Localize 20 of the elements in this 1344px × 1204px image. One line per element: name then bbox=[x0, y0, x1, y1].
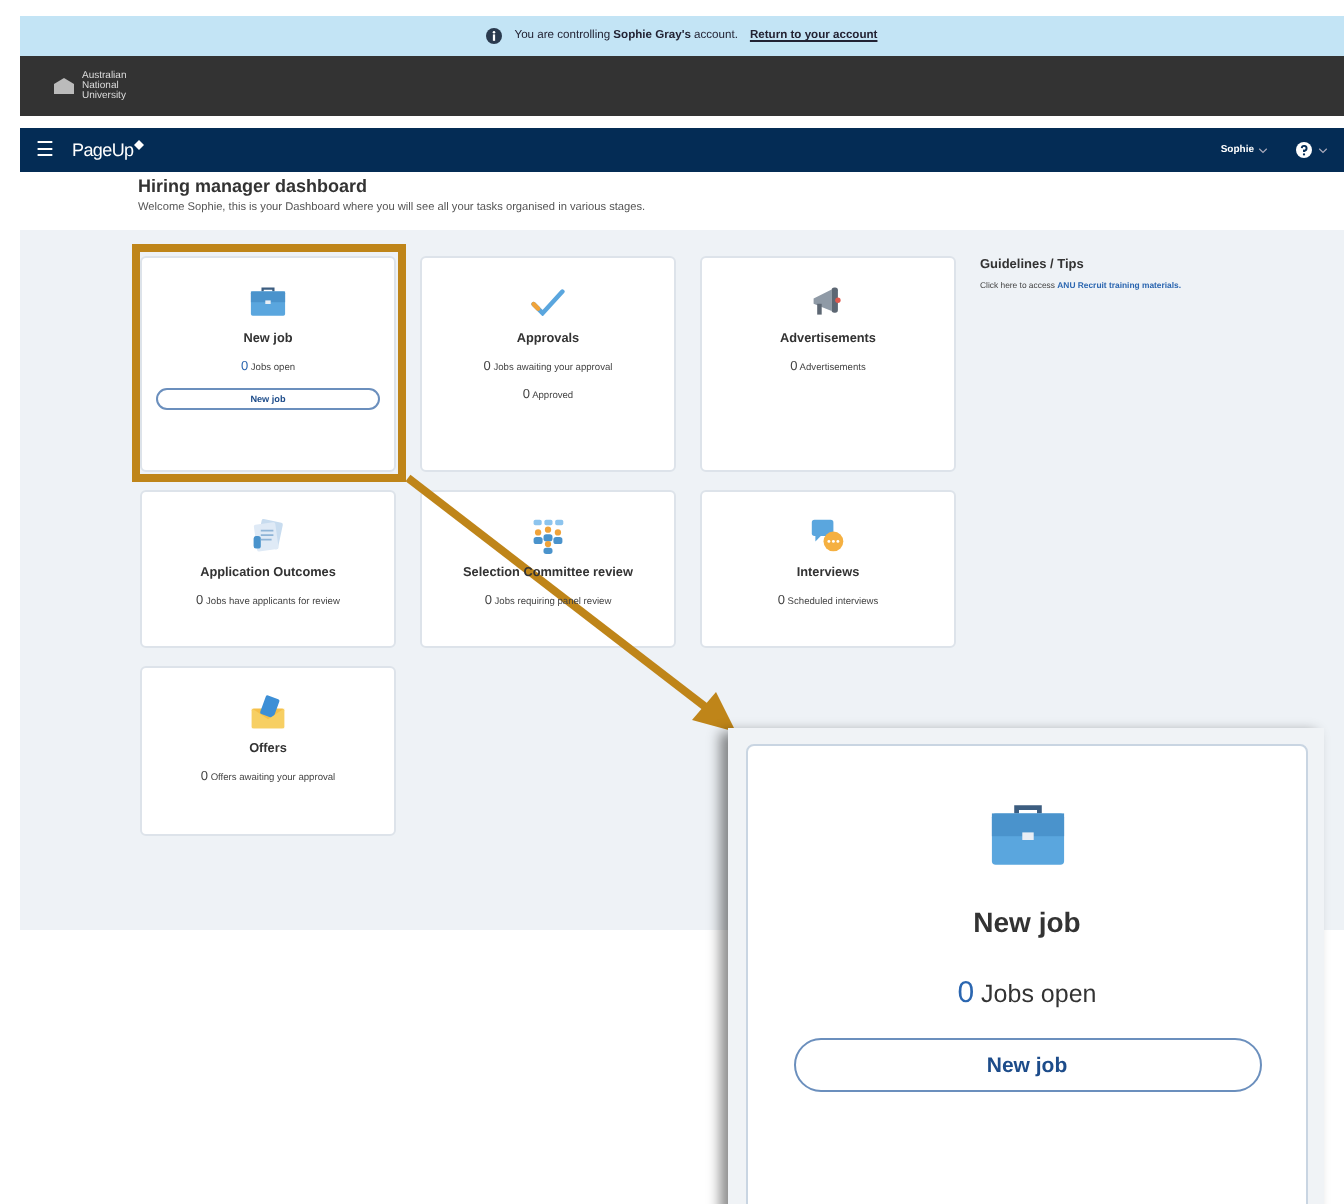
help-icon[interactable] bbox=[1296, 142, 1312, 158]
page-title: Hiring manager dashboard bbox=[138, 176, 370, 196]
dashboard-card[interactable]: New job 0 Jobs open New job bbox=[746, 744, 1308, 1204]
brand-logo[interactable]: PageUp bbox=[72, 140, 134, 160]
envelope-icon bbox=[250, 694, 286, 730]
diamond-icon bbox=[133, 139, 144, 149]
card-stat: 0 Jobs open bbox=[957, 976, 1097, 1011]
briefcase-icon bbox=[989, 802, 1065, 867]
caret-icon bbox=[1258, 147, 1268, 153]
caret-icon bbox=[1318, 147, 1328, 153]
document-icon bbox=[250, 518, 286, 554]
card-title: New job bbox=[973, 906, 1081, 939]
people-icon bbox=[530, 518, 566, 554]
menu-button[interactable]: ☰ bbox=[36, 138, 54, 162]
info-icon bbox=[486, 28, 503, 44]
briefcase-icon bbox=[250, 286, 286, 318]
new-job-button[interactable]: New job bbox=[793, 1038, 1261, 1093]
chat-icon bbox=[810, 518, 846, 554]
megaphone-icon bbox=[810, 284, 846, 320]
checkmark-icon bbox=[530, 287, 566, 317]
